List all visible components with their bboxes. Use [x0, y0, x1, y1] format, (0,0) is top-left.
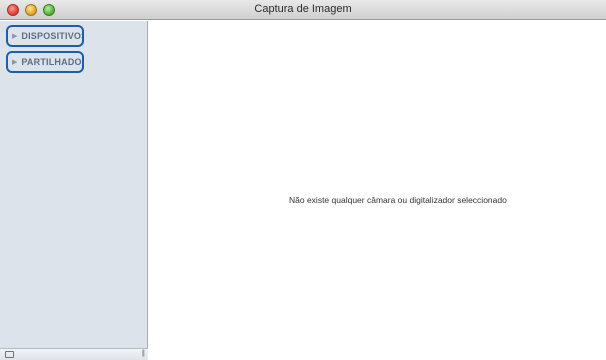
- main-content-area: Não existe qualquer câmara ou digitaliza…: [149, 21, 606, 360]
- no-device-message: Não existe qualquer câmara ou digitaliza…: [289, 195, 507, 205]
- disclosure-triangle-icon[interactable]: ▶: [12, 58, 17, 66]
- sidebar-bottom-bar: |||: [0, 348, 148, 360]
- sidebar-section-shared[interactable]: ▶ PARTILHADO: [6, 51, 84, 73]
- window-title: Captura de Imagem: [254, 3, 352, 15]
- title-bar[interactable]: Captura de Imagem: [0, 0, 606, 20]
- sidebar-section-label: PARTILHADO: [21, 57, 82, 67]
- disclosure-triangle-icon[interactable]: ▶: [12, 32, 17, 40]
- toggle-panel-icon[interactable]: [5, 351, 14, 358]
- sidebar-section-label: DISPOSITIVOS: [21, 31, 84, 41]
- resize-grip-icon[interactable]: |||: [142, 350, 146, 357]
- image-capture-window: Captura de Imagem ▶ DISPOSITIVOS ▶ PARTI…: [0, 0, 606, 360]
- sidebar: ▶ DISPOSITIVOS ▶ PARTILHADO |||: [0, 21, 148, 360]
- sidebar-section-devices[interactable]: ▶ DISPOSITIVOS: [6, 25, 84, 47]
